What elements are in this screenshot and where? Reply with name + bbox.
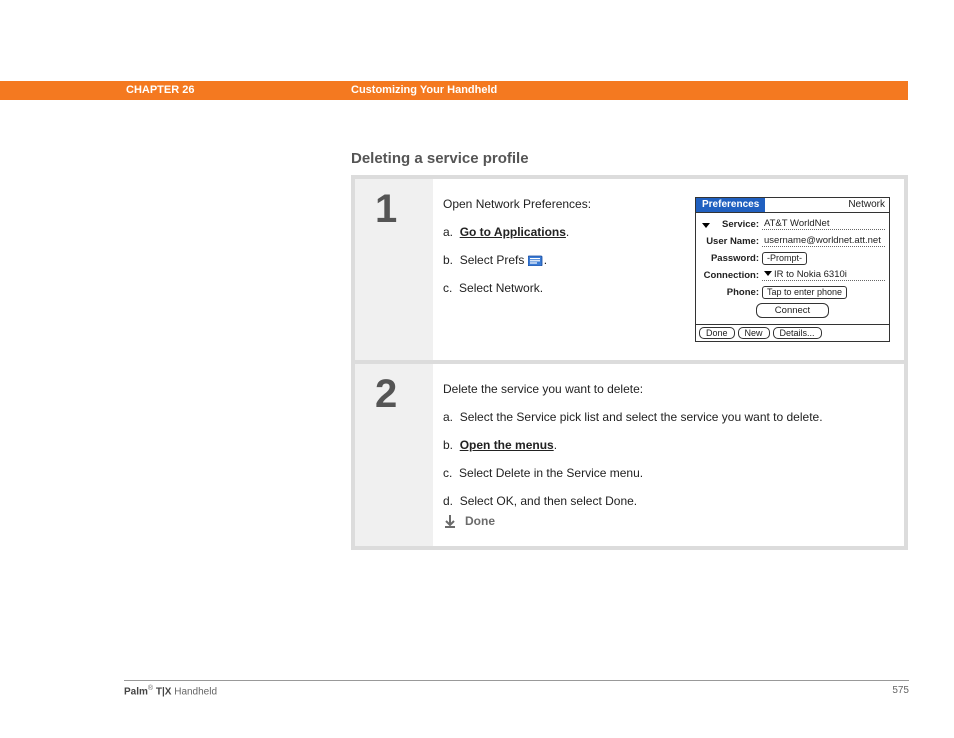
palm-username-label: User Name:	[700, 236, 762, 247]
substep-d: d. Select OK, and then select Done.	[443, 494, 890, 508]
palm-titlebar: Preferences Network	[696, 198, 889, 213]
section-heading: Deleting a service profile	[351, 150, 529, 167]
palm-password-label: Password:	[700, 253, 762, 264]
substep-b: b. Select Prefs .	[443, 253, 685, 267]
palm-connection-value[interactable]: IR to Nokia 6310i	[762, 269, 885, 281]
palm-title-left: Preferences	[696, 198, 765, 212]
step-number: 2	[375, 374, 433, 414]
substep-prefix: b.	[443, 253, 453, 267]
palm-connect-row: Connect	[700, 303, 885, 318]
step-intro: Open Network Preferences:	[443, 197, 685, 211]
palm-service-value[interactable]: AT&T WorldNet	[762, 218, 885, 230]
chapter-label: CHAPTER 26	[126, 84, 194, 96]
product-name: Palm® T|X Handheld	[124, 685, 217, 697]
palm-phone-label: Phone:	[700, 287, 762, 298]
step-text: Delete the service you want to delete: a…	[443, 382, 890, 528]
dropdown-icon	[764, 271, 772, 276]
palm-connect-button[interactable]: Connect	[756, 303, 829, 318]
substep-prefix: b.	[443, 438, 453, 452]
substep-prefix: a.	[443, 225, 453, 239]
palm-details-button[interactable]: Details...	[773, 327, 822, 339]
substep-suffix: .	[554, 438, 557, 452]
open-the-menus-link[interactable]: Open the menus	[460, 438, 554, 452]
step-number-col: 1	[355, 179, 433, 360]
substep-c: c. Select Delete in the Service menu.	[443, 466, 890, 480]
substep-prefix: a.	[443, 410, 453, 424]
palm-password-value[interactable]: -Prompt-	[762, 252, 807, 265]
palm-title-right: Network	[765, 198, 889, 212]
step-2: 2 Delete the service you want to delete:…	[355, 364, 904, 546]
step-body: Delete the service you want to delete: a…	[433, 364, 904, 546]
palm-username-value[interactable]: username@worldnet.att.net	[762, 235, 885, 247]
substep-text: Select the Service pick list and select …	[460, 410, 823, 424]
palm-body: Service: AT&T WorldNet User Name: userna…	[696, 213, 889, 324]
prefs-icon	[528, 254, 544, 266]
step-intro: Delete the service you want to delete:	[443, 382, 890, 396]
go-to-applications-link[interactable]: Go to Applications	[460, 225, 566, 239]
palm-connection-label: Connection:	[700, 270, 762, 281]
palm-done-button[interactable]: Done	[699, 327, 735, 339]
substep-suffix: .	[544, 253, 547, 267]
step-number-col: 2	[355, 364, 433, 546]
done-indicator: Done	[443, 514, 890, 528]
step-body: Open Network Preferences: a. Go to Appli…	[433, 179, 904, 360]
substep-a: a. Go to Applications.	[443, 225, 685, 239]
palm-new-button[interactable]: New	[738, 327, 770, 339]
substep-text: Select Delete in the Service menu.	[459, 466, 643, 480]
step-text: Open Network Preferences: a. Go to Appli…	[443, 197, 685, 342]
chapter-header-bar: CHAPTER 26 Customizing Your Handheld	[0, 81, 908, 100]
substep-text: Select Prefs	[460, 253, 528, 267]
palm-footer: Done New Details...	[696, 324, 889, 341]
step-1: 1 Open Network Preferences: a. Go to App…	[355, 179, 904, 360]
palm-service-label: Service:	[700, 219, 762, 230]
substep-b: b. Open the menus.	[443, 438, 890, 452]
substep-suffix: .	[566, 225, 569, 239]
substep-prefix: d.	[443, 494, 453, 508]
step-number: 1	[375, 189, 433, 229]
palm-phone-value[interactable]: Tap to enter phone	[762, 286, 847, 299]
substep-c: c. Select Network.	[443, 281, 685, 295]
substep-prefix: c.	[443, 466, 452, 480]
done-label: Done	[465, 514, 495, 528]
chapter-title: Customizing Your Handheld	[351, 84, 497, 96]
down-arrow-icon	[443, 514, 457, 528]
page-footer: Palm® T|X Handheld 575	[124, 680, 909, 697]
palm-screenshot: Preferences Network Service: AT&T WorldN…	[695, 197, 890, 342]
substep-a: a. Select the Service pick list and sele…	[443, 410, 890, 424]
steps-container: 1 Open Network Preferences: a. Go to App…	[351, 175, 908, 550]
substep-prefix: c.	[443, 281, 452, 295]
page-number: 575	[892, 685, 909, 697]
substep-text: Select Network.	[459, 281, 543, 295]
substep-text: Select OK, and then select Done.	[460, 494, 637, 508]
